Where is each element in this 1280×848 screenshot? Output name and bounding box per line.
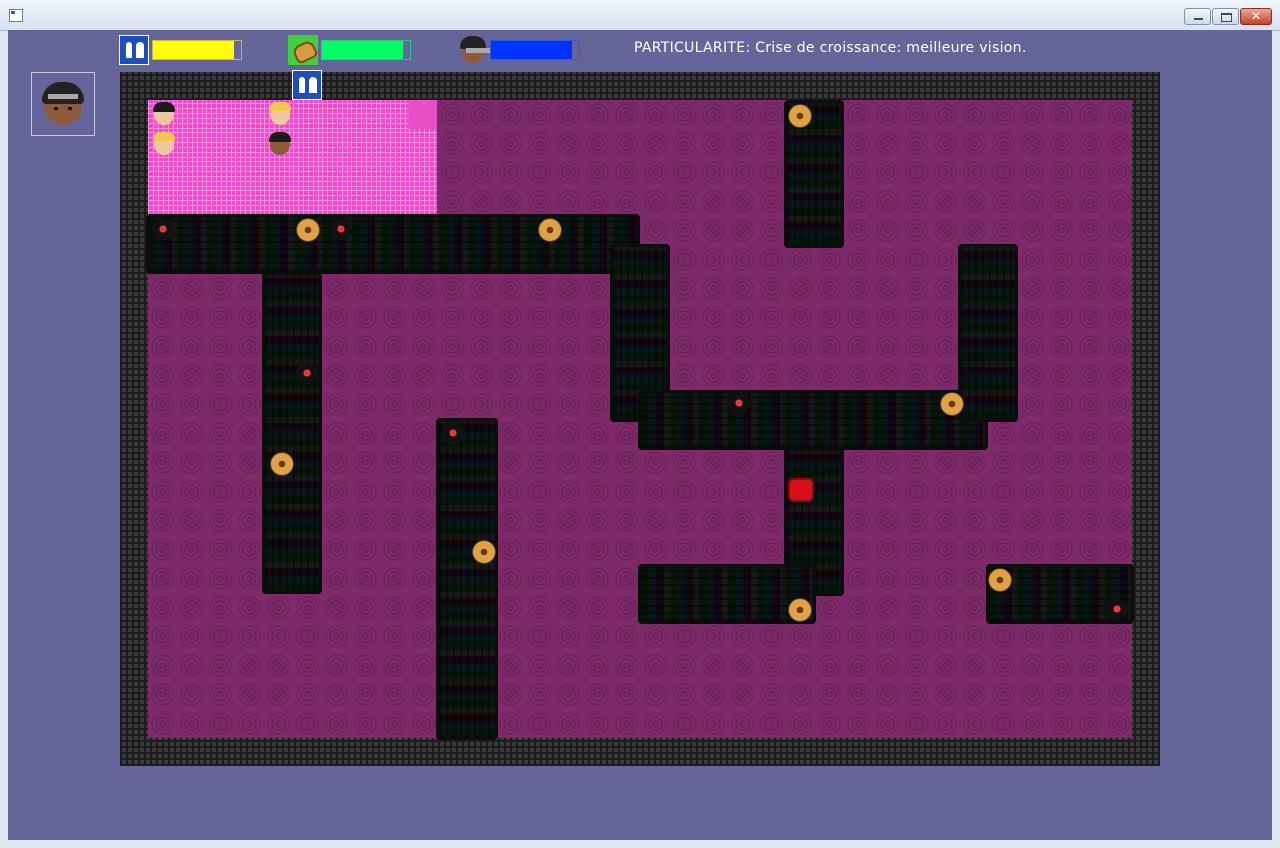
dark-haired-kid[interactable] [152,102,176,126]
burger-icon[interactable] [788,598,812,622]
blond-kid-hair [269,102,291,111]
food-icon [288,35,318,65]
corridor[interactable] [262,272,322,594]
toilet-gauge [152,40,242,60]
game-board[interactable] [120,70,1160,766]
face-icon-head [460,36,496,63]
toilet-gauge-fill [153,41,234,59]
record-icon[interactable] [728,392,750,414]
record-icon[interactable] [296,362,318,384]
burger-icon[interactable] [940,392,964,416]
record-icon[interactable] [330,218,352,240]
game-client-area[interactable]: PARTICULARITE: Crise de croissance: meil… [8,30,1272,840]
face-icon [458,35,496,65]
corridor[interactable] [436,418,498,740]
bearded-man-hair [269,132,291,142]
burger-icon[interactable] [296,218,320,242]
player-portrait[interactable] [31,72,95,136]
bearded-man[interactable] [268,132,292,156]
minimize-button[interactable] [1184,8,1211,25]
pink-room-notch [409,100,437,129]
blond-kid-hair [153,132,175,141]
mood-gauge [490,40,580,60]
dark-haired-kid-hair [153,102,175,112]
toilet-door-icon[interactable] [292,70,322,100]
record-icon[interactable] [152,218,174,240]
player-cap [42,82,84,104]
pink-room[interactable] [148,100,437,216]
burger-icon[interactable] [270,452,294,476]
record-icon[interactable] [442,422,464,444]
particularity-status: PARTICULARITE: Crise de croissance: meil… [634,40,1027,56]
player-avatar-icon [42,82,84,125]
corridor[interactable] [146,214,640,274]
toilet-icon [119,35,149,65]
window-titlebar: ✕ [0,0,1280,31]
record-icon[interactable] [1106,598,1128,620]
burger-icon[interactable] [988,568,1012,592]
corridor[interactable] [958,244,1018,422]
blond-kid[interactable] [152,132,176,156]
burger-icon[interactable] [472,540,496,564]
player-eyes [54,107,58,110]
food-gauge-fill [322,41,403,59]
mood-gauge-fill [491,41,572,59]
close-button[interactable]: ✕ [1240,8,1272,25]
burger-icon[interactable] [538,218,562,242]
corridor[interactable] [638,390,988,450]
burger-icon[interactable] [788,104,812,128]
food-gauge [321,40,411,60]
app-icon [9,9,23,22]
face-icon-cap [460,36,496,53]
red-marker[interactable] [788,478,814,502]
blond-kid[interactable] [268,102,292,126]
maximize-button[interactable] [1212,8,1239,25]
